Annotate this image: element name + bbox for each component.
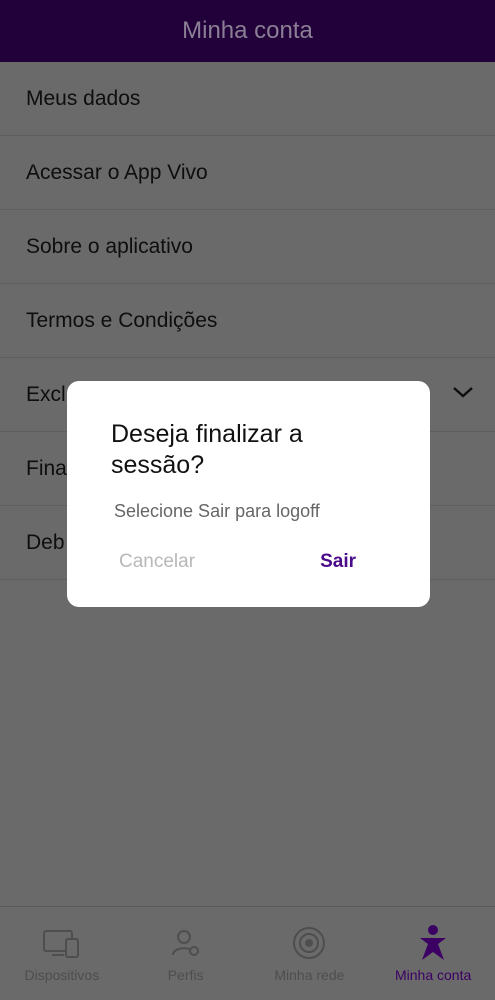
menu-item-acessar-app-vivo[interactable]: Acessar o App Vivo: [0, 136, 495, 210]
menu-item-label: Sobre o aplicativo: [26, 234, 193, 258]
bottom-navigation: Dispositivos Perfis Minha rede Minha con…: [0, 906, 495, 1000]
app-header: Minha conta: [0, 0, 495, 62]
network-icon: [289, 923, 329, 963]
vivo-person-icon: [413, 923, 453, 963]
nav-item-minha-rede[interactable]: Minha rede: [248, 907, 372, 1000]
menu-item-label: Acessar o App Vivo: [26, 160, 208, 184]
devices-icon: [42, 923, 82, 963]
menu-item-sobre-aplicativo[interactable]: Sobre o aplicativo: [0, 210, 495, 284]
nav-item-label: Minha conta: [394, 967, 472, 983]
menu-item-label: Excl: [26, 382, 66, 406]
nav-item-dispositivos[interactable]: Dispositivos: [0, 907, 124, 1000]
menu-item-meus-dados[interactable]: Meus dados: [0, 62, 495, 136]
dialog-message: Selecione Sair para logoff: [114, 501, 320, 521]
nav-item-minha-conta[interactable]: Minha conta: [371, 907, 495, 1000]
nav-item-label: Minha rede: [274, 967, 345, 983]
nav-item-label: Perfis: [167, 967, 204, 983]
menu-item-label: Termos e Condições: [26, 308, 218, 332]
cancel-button[interactable]: Cancelar: [119, 551, 195, 573]
chevron-down-icon: [451, 382, 475, 406]
nav-item-perfis[interactable]: Perfis: [124, 907, 248, 1000]
logout-dialog: Deseja finalizar a sessão? Selecione Sai…: [67, 381, 430, 607]
nav-item-label: Dispositivos: [24, 967, 100, 983]
profiles-icon: [166, 923, 206, 963]
dialog-actions: Cancelar Sair: [119, 551, 356, 573]
page-title: Minha conta: [182, 17, 313, 44]
logout-button[interactable]: Sair: [320, 551, 356, 573]
menu-item-label: Deb: [26, 530, 65, 554]
menu-item-label: Meus dados: [26, 86, 141, 110]
dialog-title: Deseja finalizar a sessão?: [111, 420, 303, 479]
menu-item-label: Fina: [26, 456, 67, 480]
menu-item-termos-condicoes[interactable]: Termos e Condições: [0, 284, 495, 358]
